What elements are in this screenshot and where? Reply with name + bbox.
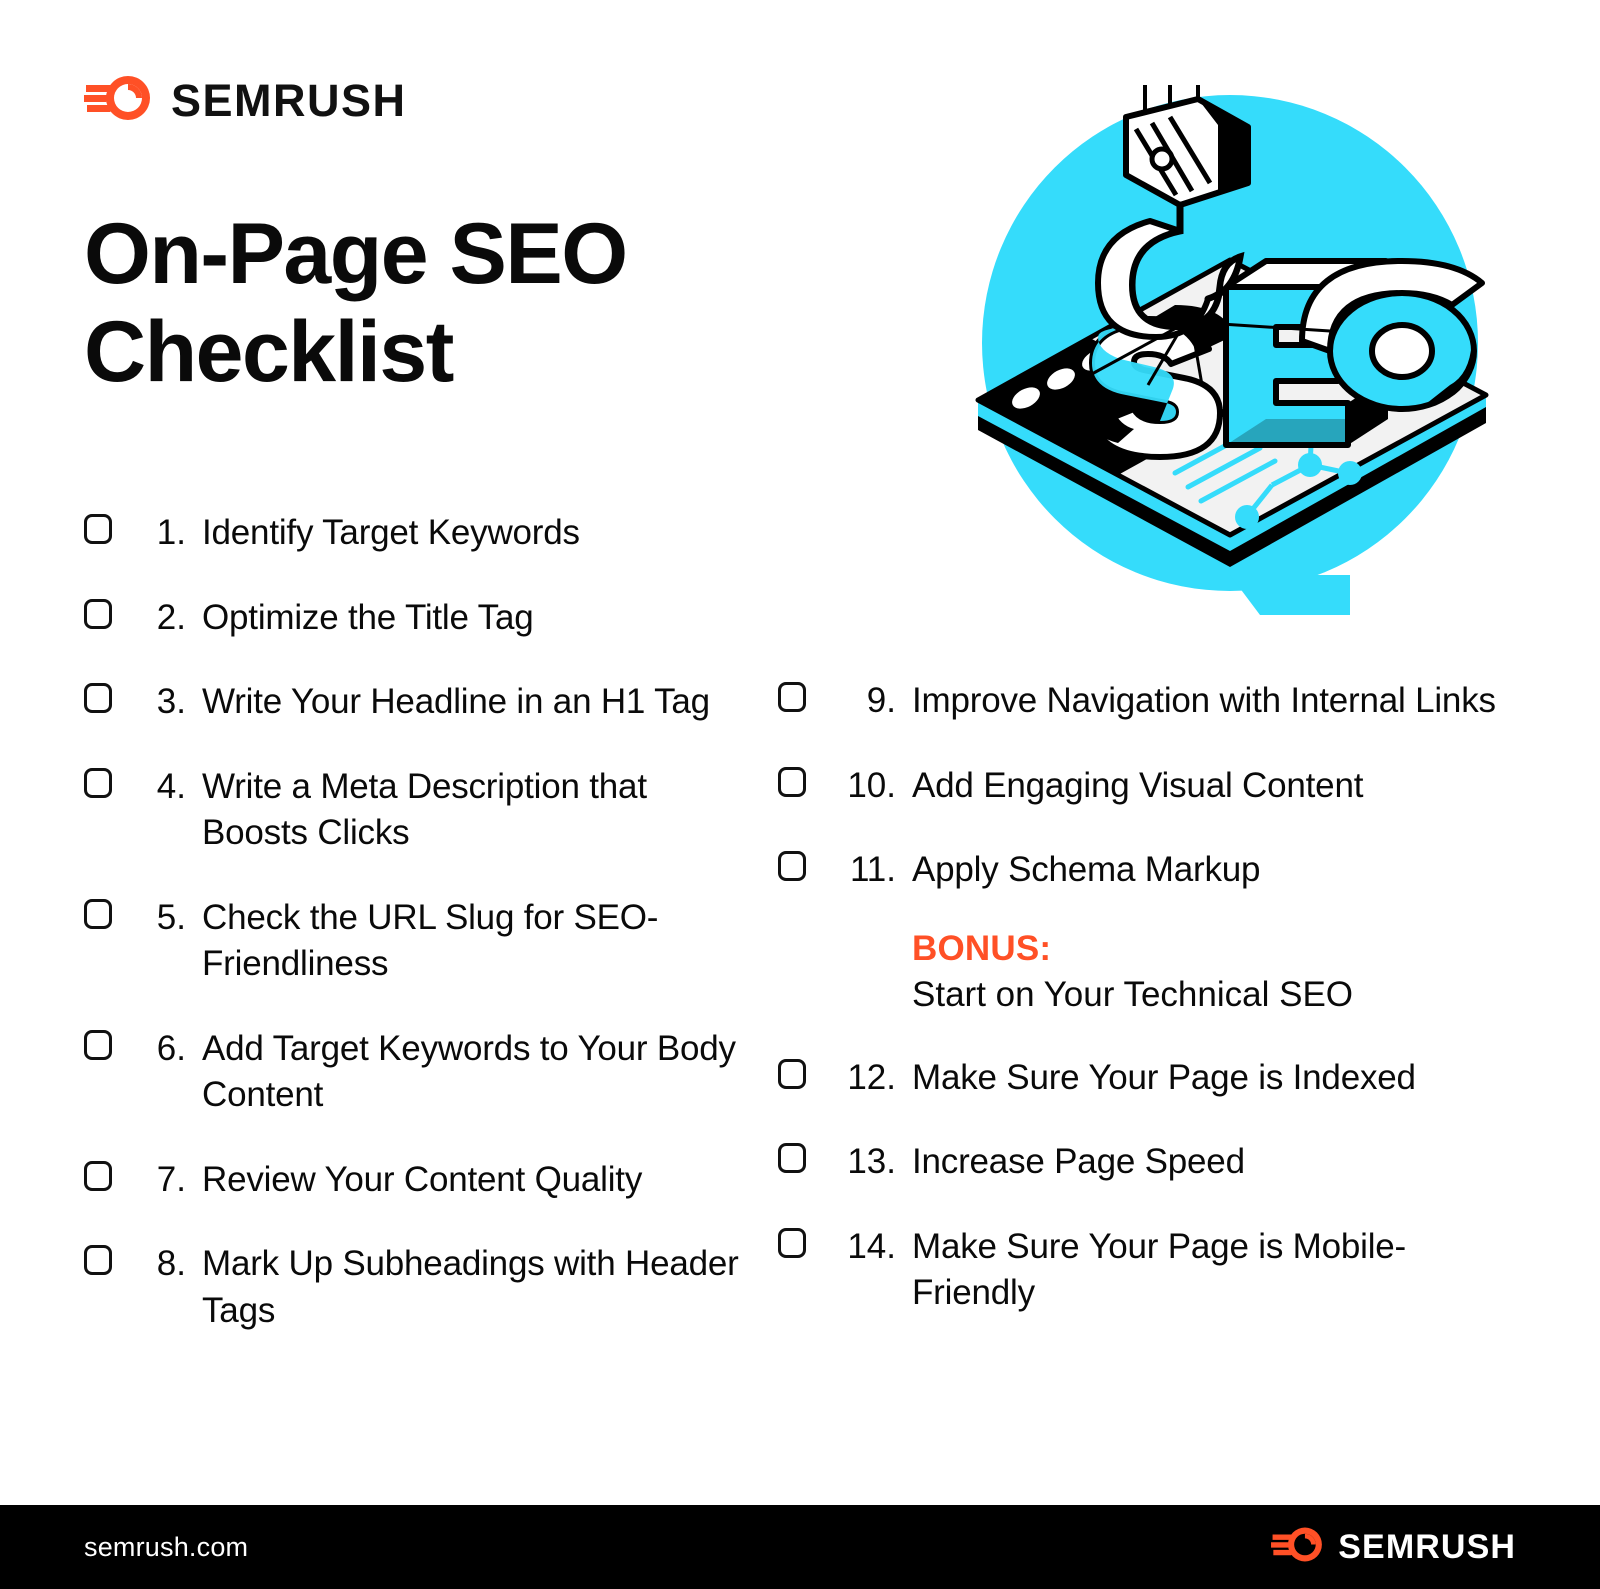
bonus-label: BONUS: [912, 928, 1052, 968]
item-label: Check the URL Slug for SEO-Friendliness [202, 897, 659, 984]
item-number: 3. [156, 682, 186, 722]
check-item[interactable]: 1. Identify Target Keywords [84, 510, 744, 557]
check-item[interactable]: 14. Make Sure Your Page is Mobile-Friend… [778, 1224, 1498, 1317]
checkbox[interactable] [84, 1245, 112, 1276]
checkbox[interactable] [84, 898, 112, 929]
item-number: 13. [847, 1142, 896, 1182]
checkbox[interactable] [84, 1029, 112, 1060]
item-number: 1. [156, 513, 186, 552]
checkbox[interactable] [84, 514, 112, 544]
item-number: 6. [156, 1028, 186, 1068]
check-item[interactable]: 12. Make Sure Your Page is Indexed [778, 1055, 1498, 1102]
checkbox[interactable] [84, 598, 112, 629]
checkbox[interactable] [84, 683, 112, 714]
checklist-right-column: 9. Improve Navigation with Internal Link… [778, 678, 1498, 1355]
checkbox[interactable] [778, 1227, 806, 1258]
item-number: 2. [156, 597, 186, 637]
footer-url[interactable]: semrush.com [84, 1532, 248, 1563]
item-label: Apply Schema Markup [912, 850, 1261, 890]
item-number: 12. [847, 1057, 896, 1097]
bonus-block: BONUS: Start on Your Technical SEO [912, 926, 1498, 1019]
item-number: 14. [847, 1226, 896, 1266]
item-label: Make Sure Your Page is Indexed [912, 1057, 1416, 1097]
check-item[interactable]: 3. Write Your Headline in an H1 Tag [84, 679, 744, 726]
semrush-logo-footer: SEMRUSH [1271, 1526, 1516, 1568]
checkbox[interactable] [778, 1058, 806, 1089]
item-label: Add Engaging Visual Content [912, 765, 1364, 805]
semrush-comet-icon [84, 74, 154, 127]
semrush-logo-header: SEMRUSH [84, 74, 407, 127]
check-item[interactable]: 9. Improve Navigation with Internal Link… [778, 678, 1498, 725]
item-number: 7. [156, 1159, 186, 1199]
item-number: 4. [156, 766, 186, 806]
item-label: Identify Target Keywords [202, 513, 580, 552]
checkbox[interactable] [84, 1160, 112, 1191]
item-number: 8. [156, 1244, 186, 1284]
check-item[interactable]: 2. Optimize the Title Tag [84, 595, 744, 642]
semrush-comet-icon [1271, 1526, 1325, 1568]
item-number: 5. [156, 897, 186, 937]
item-number: 11. [849, 850, 896, 890]
check-item[interactable]: 7. Review Your Content Quality [84, 1157, 744, 1204]
semrush-wordmark: SEMRUSH [1338, 1528, 1516, 1566]
item-label: Write a Meta Description that Boosts Cli… [202, 766, 647, 853]
check-item[interactable]: 8. Mark Up Subheadings with Header Tags [84, 1241, 744, 1334]
item-label: Make Sure Your Page is Mobile-Friendly [912, 1226, 1406, 1313]
semrush-wordmark: SEMRUSH [171, 75, 407, 126]
seo-crane-tablet-illustration [930, 55, 1530, 625]
check-item[interactable]: 13. Increase Page Speed [778, 1139, 1498, 1186]
item-number: 9. [866, 681, 896, 720]
item-label: Mark Up Subheadings with Header Tags [202, 1244, 739, 1331]
item-number: 10. [847, 765, 896, 805]
checkbox[interactable] [778, 766, 806, 797]
bonus-text: Start on Your Technical SEO [912, 975, 1354, 1015]
check-item[interactable]: 11. Apply Schema Markup [778, 847, 1498, 894]
check-item[interactable]: 4. Write a Meta Description that Boosts … [84, 764, 744, 857]
page-title: On-Page SEO Checklist [84, 206, 628, 401]
item-label: Increase Page Speed [912, 1142, 1245, 1182]
item-label: Write Your Headline in an H1 Tag [202, 682, 710, 722]
checkbox[interactable] [778, 1143, 806, 1174]
check-item[interactable]: 5. Check the URL Slug for SEO-Friendline… [84, 895, 744, 988]
checkbox[interactable] [84, 767, 112, 798]
item-label: Improve Navigation with Internal Links [912, 681, 1496, 720]
check-item[interactable]: 10. Add Engaging Visual Content [778, 763, 1498, 810]
item-label: Optimize the Title Tag [202, 597, 534, 637]
checkbox[interactable] [778, 682, 806, 712]
check-item[interactable]: 6. Add Target Keywords to Your Body Cont… [84, 1026, 744, 1119]
footer-bar: semrush.com SEMRUSH [0, 1505, 1600, 1589]
checkbox[interactable] [778, 851, 806, 882]
item-label: Add Target Keywords to Your Body Content [202, 1028, 736, 1115]
checklist-left-column: 1. Identify Target Keywords 2. Optimize … [84, 510, 744, 1373]
item-label: Review Your Content Quality [202, 1159, 643, 1199]
